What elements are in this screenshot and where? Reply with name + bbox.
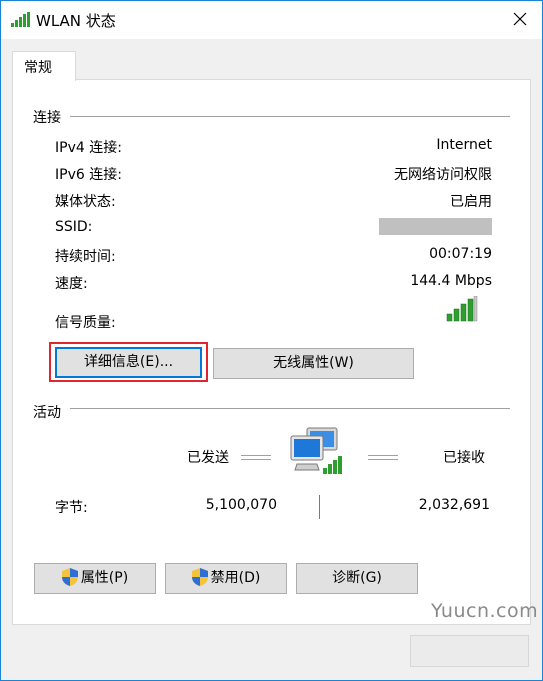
sent-label: 已发送 [187,450,229,466]
wifi-signal-icon [11,12,30,27]
duration-value: 00:07:19 [429,246,492,262]
wireless-properties-button[interactable]: 无线属性(W) [213,348,414,379]
properties-button[interactable]: 属性(P) [34,563,156,594]
close-dialog-button[interactable] [410,635,529,667]
disable-button[interactable]: 禁用(D) [165,563,287,594]
bytes-separator [319,495,320,519]
disable-button-label: 禁用(D) [210,570,261,586]
media-state-value: 已启用 [450,194,492,210]
activity-divider [70,408,510,409]
ipv4-label: IPv4 连接: [55,140,122,156]
ipv6-value: 无网络访问权限 [394,167,492,183]
window-title: WLAN 状态 [36,12,116,30]
bytes-received-value: 2,032,691 [418,497,490,513]
close-icon[interactable] [508,7,532,31]
ssid-value-redacted [379,218,492,235]
diagnose-button[interactable]: 诊断(G) [296,563,418,594]
connection-heading: 连接 [33,110,61,126]
uac-shield-icon [191,567,208,586]
sent-line [241,455,271,460]
bytes-label: 字节: [55,500,88,516]
watermark: Yuucn.com [431,600,539,622]
ssid-label: SSID: [55,219,93,235]
duration-label: 持续时间: [55,249,116,265]
signal-quality-label: 信号质量: [55,315,116,331]
signal-strength-icon [446,296,478,322]
dialog-client-area: 常规 连接 IPv4 连接: Internet IPv6 连接: 无网络访问权限… [1,39,542,680]
properties-button-label: 属性(P) [80,570,129,586]
details-button[interactable]: 详细信息(E)... [55,347,202,378]
speed-label: 速度: [55,276,88,292]
received-label: 已接收 [443,450,485,466]
network-computers-icon [290,427,342,474]
tab-general-label: 常规 [24,60,52,76]
wlan-status-window: WLAN 状态 常规 连接 IPv4 连接: Internet IPv6 连接:… [0,0,543,681]
title-bar[interactable]: WLAN 状态 [1,1,542,39]
uac-shield-icon [61,567,78,586]
activity-heading: 活动 [33,405,61,421]
bytes-sent-value: 5,100,070 [205,497,277,513]
media-state-label: 媒体状态: [55,194,116,210]
ipv6-label: IPv6 连接: [55,167,122,183]
general-tab-panel: 连接 IPv4 连接: Internet IPv6 连接: 无网络访问权限 媒体… [12,79,531,625]
ipv4-value: Internet [436,137,492,153]
received-line [368,455,398,460]
connection-divider [70,116,510,117]
tab-general[interactable]: 常规 [12,51,76,81]
speed-value: 144.4 Mbps [410,273,492,289]
